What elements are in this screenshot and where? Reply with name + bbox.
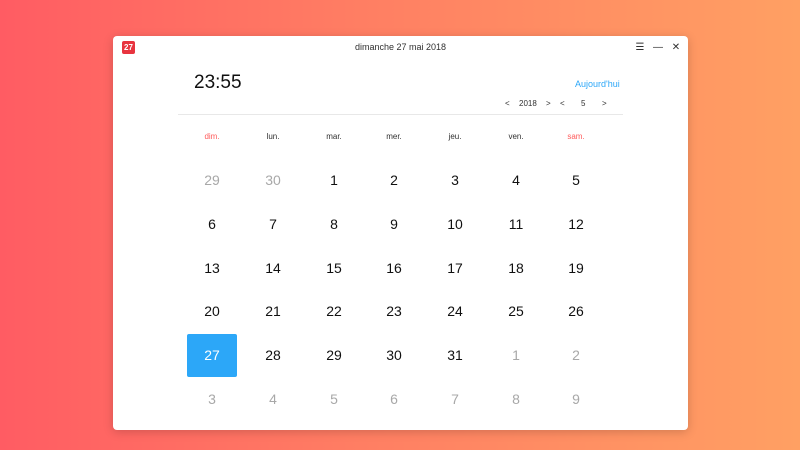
- day-cell[interactable]: 6: [187, 203, 237, 246]
- day-cell[interactable]: 6: [369, 378, 419, 421]
- day-cell[interactable]: 10: [430, 203, 480, 246]
- current-time: 23:55: [194, 72, 242, 93]
- day-cell[interactable]: 2: [551, 334, 601, 377]
- day-cell[interactable]: 12: [551, 203, 601, 246]
- day-cell[interactable]: 1: [491, 334, 541, 377]
- day-cell[interactable]: 9: [369, 203, 419, 246]
- calendar-window: 27 dimanche 27 mai 2018 ☰ — ✕ 23:55 Aujo…: [113, 36, 688, 430]
- day-cell[interactable]: 25: [491, 290, 541, 333]
- day-cell[interactable]: 29: [187, 159, 237, 202]
- day-cell[interactable]: 26: [551, 290, 601, 333]
- weekday-label: mer.: [386, 132, 402, 141]
- titlebar[interactable]: 27 dimanche 27 mai 2018 ☰ — ✕: [113, 36, 688, 60]
- day-cell[interactable]: 28: [248, 334, 298, 377]
- weekday-label: mar.: [326, 132, 342, 141]
- close-icon[interactable]: ✕: [669, 41, 683, 55]
- day-cell[interactable]: 30: [248, 159, 298, 202]
- day-cell[interactable]: 30: [369, 334, 419, 377]
- day-cell[interactable]: 22: [309, 290, 359, 333]
- day-cell[interactable]: 4: [248, 378, 298, 421]
- month-value: 5: [581, 99, 586, 108]
- day-cell[interactable]: 15: [309, 247, 359, 290]
- day-cell[interactable]: 3: [187, 378, 237, 421]
- year-value: 2018: [519, 99, 537, 108]
- minimize-icon[interactable]: —: [651, 41, 665, 55]
- day-cell[interactable]: 20: [187, 290, 237, 333]
- weekday-label: ven.: [508, 132, 524, 141]
- prev-month-button[interactable]: <: [560, 99, 565, 108]
- day-cell[interactable]: 31: [430, 334, 480, 377]
- weekday-label: jeu.: [448, 132, 462, 141]
- day-cell[interactable]: 8: [491, 378, 541, 421]
- day-cell[interactable]: 7: [248, 203, 298, 246]
- day-cell[interactable]: 14: [248, 247, 298, 290]
- day-cell[interactable]: 16: [369, 247, 419, 290]
- day-cell[interactable]: 21: [248, 290, 298, 333]
- prev-year-button[interactable]: <: [505, 99, 510, 108]
- day-cell[interactable]: 23: [369, 290, 419, 333]
- day-cell[interactable]: 17: [430, 247, 480, 290]
- window-title: dimanche 27 mai 2018: [354, 42, 447, 52]
- day-cell[interactable]: 4: [491, 159, 541, 202]
- header-divider: [178, 114, 623, 115]
- day-cell[interactable]: 5: [309, 378, 359, 421]
- day-cell[interactable]: 7: [430, 378, 480, 421]
- day-cell[interactable]: 5: [551, 159, 601, 202]
- day-cell[interactable]: 8: [309, 203, 359, 246]
- weekday-label: dim.: [204, 132, 220, 141]
- day-cell[interactable]: 11: [491, 203, 541, 246]
- day-cell[interactable]: 24: [430, 290, 480, 333]
- day-cell[interactable]: 1: [309, 159, 359, 202]
- next-year-button[interactable]: >: [546, 99, 551, 108]
- day-cell[interactable]: 2: [369, 159, 419, 202]
- day-cell[interactable]: 9: [551, 378, 601, 421]
- next-month-button[interactable]: >: [602, 99, 607, 108]
- day-cell[interactable]: 29: [309, 334, 359, 377]
- today-button[interactable]: Aujourd'hui: [575, 79, 620, 89]
- day-cell[interactable]: 19: [551, 247, 601, 290]
- day-cell[interactable]: 18: [491, 247, 541, 290]
- day-cell-selected[interactable]: 27: [187, 334, 237, 377]
- weekday-label: sam.: [567, 132, 585, 141]
- day-cell[interactable]: 13: [187, 247, 237, 290]
- day-cell[interactable]: 3: [430, 159, 480, 202]
- menu-icon[interactable]: ☰: [633, 41, 647, 55]
- weekday-label: lun.: [266, 132, 280, 141]
